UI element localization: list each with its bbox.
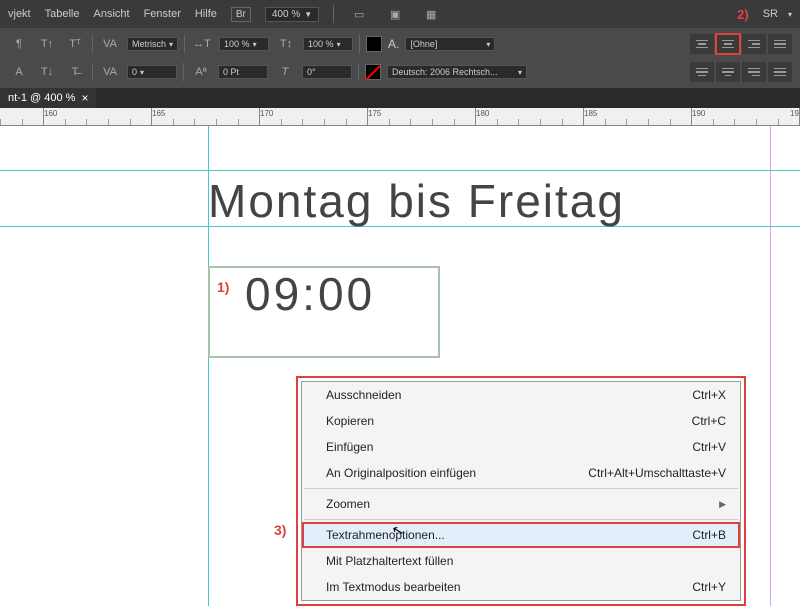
para-align-row2: [690, 62, 792, 82]
document-canvas[interactable]: Montag bis Freitag 1) 09:00 3) Ausschnei…: [0, 126, 800, 606]
cm-cut[interactable]: AusschneidenCtrl+X: [302, 382, 740, 408]
para-align-row1: [690, 34, 792, 54]
cm-edit-story[interactable]: Im Textmodus bearbeitenCtrl+Y: [302, 574, 740, 600]
divider: [333, 5, 334, 23]
menu-fenster[interactable]: Fenster: [144, 8, 181, 20]
context-menu: AusschneidenCtrl+X KopierenCtrl+C Einfüg…: [301, 381, 741, 601]
control-panel: ¶ T↑ Tᵀ VA Metrisch▾ ↔T 100 %▾ T↕ 100 %▾…: [0, 28, 800, 88]
para-panel-icon[interactable]: A: [8, 63, 30, 81]
kerning-dropdown[interactable]: Metrisch▾: [127, 37, 178, 51]
justify-left-button[interactable]: [690, 62, 714, 82]
justify-center-button[interactable]: [716, 62, 740, 82]
menu-hilfe[interactable]: Hilfe: [195, 8, 217, 20]
guide-horizontal[interactable]: [0, 170, 800, 171]
horizontal-ruler[interactable]: 160 165 170 175 180 185 190 195: [0, 108, 800, 126]
subscript-icon[interactable]: T↓: [36, 63, 58, 81]
fill-color[interactable]: [366, 36, 382, 52]
char-style-dropdown[interactable]: [Ohne]▾: [405, 37, 495, 51]
headline-text[interactable]: Montag bis Freitag: [208, 174, 625, 228]
cm-paste-in-place[interactable]: An Originalposition einfügenCtrl+Alt+Ums…: [302, 460, 740, 486]
context-menu-highlight: 3) AusschneidenCtrl+X KopierenCtrl+C Ein…: [296, 376, 746, 606]
time-text[interactable]: 09:00: [209, 267, 439, 317]
separator: [304, 519, 738, 520]
hscale-dropdown[interactable]: 100 %▾: [219, 37, 269, 51]
align-left-button[interactable]: [690, 34, 714, 54]
submenu-arrow-icon: ▶: [719, 499, 726, 510]
document-tab-label: nt-1 @ 400 %: [8, 92, 75, 104]
baseline-icon: Aª: [190, 63, 212, 81]
hscale-icon: ↔T: [191, 35, 213, 53]
vscale-icon: T↕: [275, 35, 297, 53]
tracking-dropdown[interactable]: 0▾: [127, 65, 177, 79]
stroke-color[interactable]: [365, 64, 381, 80]
cm-zoom[interactable]: Zoomen▶: [302, 491, 740, 517]
strike-icon[interactable]: T̶: [64, 63, 86, 81]
justify-all-button[interactable]: [768, 62, 792, 82]
annotation-2: 2): [737, 7, 749, 22]
arrange-icon[interactable]: ▦: [420, 5, 442, 23]
align-right-button[interactable]: [742, 34, 766, 54]
workspace-switcher[interactable]: SR: [763, 8, 778, 20]
chevron-down-icon: ▾: [788, 10, 792, 19]
menu-tabelle[interactable]: Tabelle: [45, 8, 80, 20]
cm-fill-placeholder[interactable]: Mit Platzhaltertext füllen: [302, 548, 740, 574]
language-dropdown[interactable]: Deutsch: 2006 Rechtsch...▾: [387, 65, 527, 79]
kerning-icon: VA: [99, 35, 121, 53]
margin-vertical: [770, 126, 771, 606]
skew-icon: T: [274, 63, 296, 81]
justify-right-button[interactable]: [742, 62, 766, 82]
cm-copy[interactable]: KopierenCtrl+C: [302, 408, 740, 434]
char-panel-icon[interactable]: ¶: [8, 35, 30, 53]
screen-mode-icon[interactable]: ▣: [384, 5, 406, 23]
menu-objekt[interactable]: vjekt: [8, 8, 31, 20]
cm-text-frame-options[interactable]: Textrahmenoptionen...Ctrl+B: [302, 522, 740, 548]
vscale-dropdown[interactable]: 100 %▾: [303, 37, 353, 51]
annotation-3: 3): [274, 522, 286, 538]
align-justify-button[interactable]: [768, 34, 792, 54]
close-icon[interactable]: ×: [81, 91, 88, 105]
main-menubar: vjekt Tabelle Ansicht Fenster Hilfe Br 4…: [0, 0, 800, 28]
align-center-button[interactable]: [716, 34, 740, 54]
cm-paste[interactable]: EinfügenCtrl+V: [302, 434, 740, 460]
superscript-icon[interactable]: T↑: [36, 35, 58, 53]
smallcaps-icon[interactable]: Tᵀ: [64, 35, 86, 53]
baseline-input[interactable]: 0 Pt: [218, 65, 268, 79]
chevron-down-icon: ▼: [304, 10, 312, 19]
document-tab[interactable]: nt-1 @ 400 % ×: [0, 88, 96, 108]
bridge-button[interactable]: Br: [231, 7, 251, 22]
zoom-dropdown[interactable]: 400 %▼: [265, 7, 319, 22]
annotation-1: 1): [217, 279, 229, 295]
view-mode-icon[interactable]: ▭: [348, 5, 370, 23]
char-style-label: A.: [388, 37, 399, 51]
skew-input[interactable]: 0°: [302, 65, 352, 79]
selected-text-frame[interactable]: 1) 09:00: [208, 266, 440, 358]
menu-ansicht[interactable]: Ansicht: [93, 8, 129, 20]
separator: [304, 488, 738, 489]
tracking-icon: VA: [99, 63, 121, 81]
